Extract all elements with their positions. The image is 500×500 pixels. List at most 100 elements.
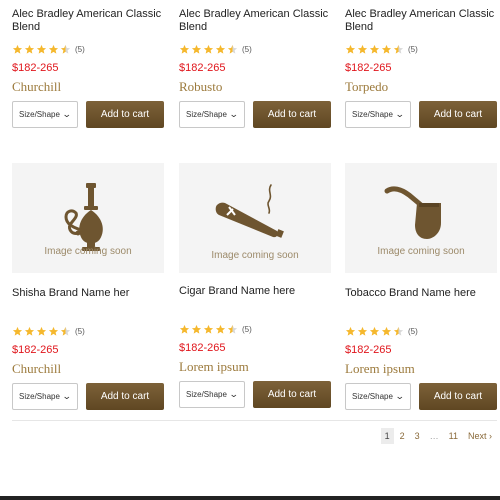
review-count[interactable]: (5) <box>242 325 252 334</box>
star-icon <box>36 44 47 54</box>
product-image-placeholder[interactable]: Image coming soon <box>179 163 331 273</box>
size-shape-select[interactable]: Size/Shape ⌄ <box>345 383 411 410</box>
page-link[interactable]: 2 <box>396 428 409 444</box>
image-coming-soon-text: Image coming soon <box>44 246 132 257</box>
variant-name: Churchill <box>12 361 62 376</box>
chevron-down-icon: ⌄ <box>229 389 240 399</box>
chevron-down-icon: ⌄ <box>62 109 73 119</box>
review-count[interactable]: (5) <box>408 327 418 336</box>
star-icon <box>24 44 35 54</box>
star-icon <box>48 44 59 54</box>
star-rating <box>12 326 72 337</box>
add-to-cart-button[interactable]: Add to cart <box>253 101 331 128</box>
size-shape-select[interactable]: Size/Shape ⌄ <box>179 381 245 408</box>
star-rating <box>179 44 239 55</box>
star-icon <box>393 44 404 54</box>
size-shape-label: Size/Shape <box>352 110 393 119</box>
chevron-right-icon: › <box>489 431 492 441</box>
star-icon <box>12 44 23 54</box>
product-card: Alec Bradley American Classic Blend (5) … <box>345 8 497 128</box>
product-title[interactable]: Alec Bradley American Classic Blend <box>345 8 497 36</box>
star-icon <box>381 44 392 54</box>
product-title[interactable]: Cigar Brand Name here <box>179 285 331 313</box>
price: $182-265 <box>179 62 226 74</box>
size-shape-select[interactable]: Size/Shape ⌄ <box>12 383 78 410</box>
rating: (5) <box>179 322 331 336</box>
chevron-down-icon: ⌄ <box>62 391 73 401</box>
size-shape-label: Size/Shape <box>352 392 393 401</box>
divider <box>12 420 497 421</box>
size-shape-select[interactable]: Size/Shape ⌄ <box>12 101 78 128</box>
pipe-icon <box>384 186 441 239</box>
review-count[interactable]: (5) <box>75 327 85 336</box>
chevron-down-icon: ⌄ <box>229 109 240 119</box>
star-icon <box>179 44 190 54</box>
star-icon <box>227 44 238 54</box>
size-shape-label: Size/Shape <box>186 390 227 399</box>
add-to-cart-button[interactable]: Add to cart <box>419 383 497 410</box>
star-icon <box>345 44 356 54</box>
bottom-bar <box>0 496 500 500</box>
star-icon <box>203 44 214 54</box>
star-icon <box>203 324 214 334</box>
star-icon <box>179 324 190 334</box>
review-count[interactable]: (5) <box>75 45 85 54</box>
add-to-cart-button[interactable]: Add to cart <box>86 383 164 410</box>
star-rating <box>12 44 72 55</box>
review-count[interactable]: (5) <box>242 45 252 54</box>
star-icon <box>36 326 47 336</box>
add-to-cart-button[interactable]: Add to cart <box>419 101 497 128</box>
add-to-cart-button[interactable]: Add to cart <box>86 101 164 128</box>
star-icon <box>393 326 404 336</box>
star-rating <box>345 44 405 55</box>
star-icon <box>369 44 380 54</box>
rating: (5) <box>179 42 331 56</box>
size-shape-select[interactable]: Size/Shape ⌄ <box>345 101 411 128</box>
product-card: Image coming soon Cigar Brand Name here … <box>179 163 331 408</box>
review-count[interactable]: (5) <box>408 45 418 54</box>
page-link[interactable]: 11 <box>445 428 462 444</box>
page-link[interactable]: 1 <box>380 428 394 444</box>
size-shape-label: Size/Shape <box>186 110 227 119</box>
star-icon <box>24 326 35 336</box>
rating: (5) <box>12 324 164 338</box>
product-title[interactable]: Alec Bradley American Classic Blend <box>179 8 331 36</box>
star-icon <box>227 324 238 334</box>
star-icon <box>345 326 356 336</box>
size-shape-label: Size/Shape <box>19 392 60 401</box>
product-title[interactable]: Shisha Brand Name her <box>12 287 164 315</box>
page-link[interactable]: 3 <box>411 428 424 444</box>
star-icon <box>357 44 368 54</box>
star-icon <box>60 326 71 336</box>
product-card: Image coming soon Tobacco Brand Name her… <box>345 163 497 410</box>
size-shape-label: Size/Shape <box>19 110 60 119</box>
price: $182-265 <box>12 344 59 356</box>
product-title[interactable]: Tobacco Brand Name here <box>345 287 497 315</box>
price: $182-265 <box>345 62 392 74</box>
add-to-cart-button[interactable]: Add to cart <box>253 381 331 408</box>
star-icon <box>357 326 368 336</box>
star-rating <box>345 326 405 337</box>
price: $182-265 <box>12 62 59 74</box>
product-image-placeholder[interactable]: Image coming soon <box>12 163 164 273</box>
star-icon <box>215 324 226 334</box>
star-icon <box>60 44 71 54</box>
star-icon <box>12 326 23 336</box>
star-rating <box>179 324 239 335</box>
next-label: Next <box>467 431 487 441</box>
star-icon <box>191 324 202 334</box>
next-page-link[interactable]: Next › <box>464 428 496 444</box>
pagination: 1 2 3 … 11 Next › <box>379 428 496 444</box>
variant-name: Churchill <box>12 79 62 94</box>
product-card: Image coming soon Shisha Brand Name her … <box>12 163 164 410</box>
size-shape-select[interactable]: Size/Shape ⌄ <box>179 101 245 128</box>
price: $182-265 <box>345 344 392 356</box>
variant-name: Lorem ipsum <box>179 359 249 374</box>
star-icon <box>48 326 59 336</box>
chevron-down-icon: ⌄ <box>395 109 406 119</box>
star-icon <box>369 326 380 336</box>
rating: (5) <box>12 42 164 56</box>
product-title[interactable]: Alec Bradley American Classic Blend <box>12 8 164 36</box>
variant-name: Robusto <box>179 79 223 94</box>
product-image-placeholder[interactable]: Image coming soon <box>345 163 497 273</box>
